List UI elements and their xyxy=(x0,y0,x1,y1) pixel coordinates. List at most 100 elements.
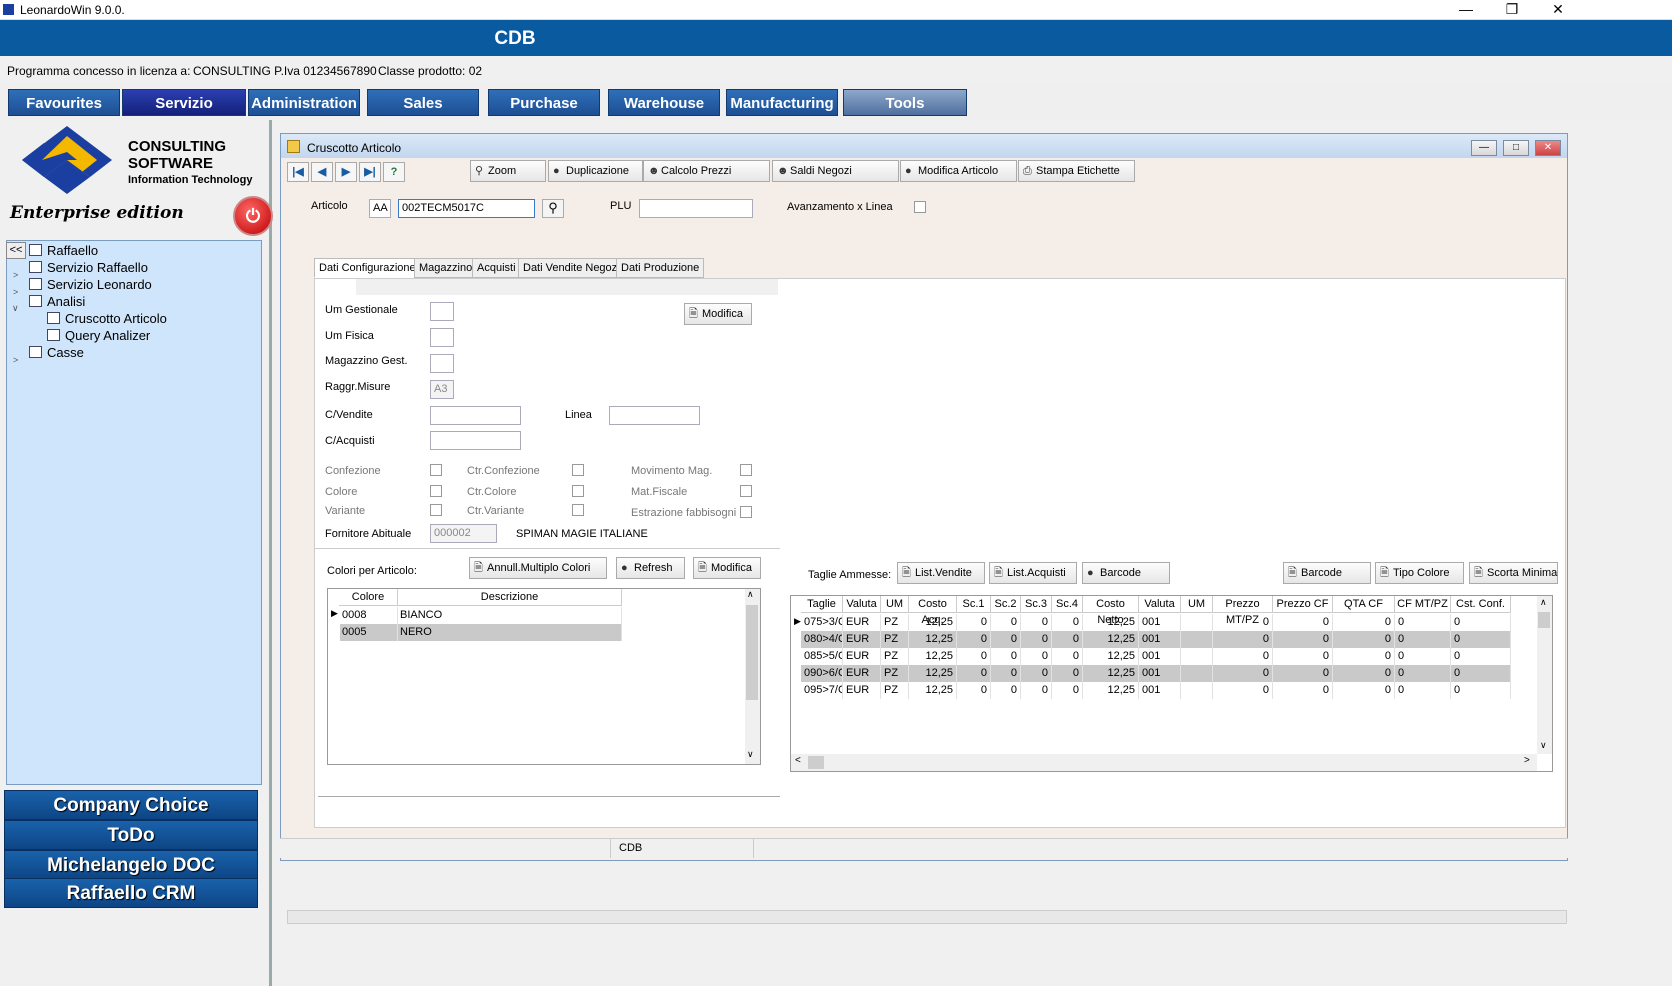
colore-checkbox[interactable] xyxy=(430,485,442,497)
window-restore-icon[interactable]: □ xyxy=(1503,140,1529,156)
grid-cell[interactable]: EUR xyxy=(843,631,881,648)
grid-cell[interactable]: 0 xyxy=(1021,648,1052,665)
tab-tools[interactable]: Tools xyxy=(843,89,967,116)
grid-cell[interactable]: 0 xyxy=(1451,665,1511,682)
tab-sales[interactable]: Sales xyxy=(367,89,479,116)
grid-cell[interactable]: 0 xyxy=(1213,682,1273,699)
refresh-button[interactable]: ● Refresh xyxy=(616,557,685,579)
scorta-minima-button[interactable]: 🗎 Scorta Minima xyxy=(1469,562,1558,584)
grid-cell[interactable]: 0 xyxy=(1021,614,1052,631)
movimento-mag-checkbox[interactable] xyxy=(740,464,752,476)
grid-cell[interactable]: 0 xyxy=(991,682,1021,699)
grid-cell[interactable]: 0 xyxy=(1451,648,1511,665)
help-icon[interactable]: ? xyxy=(383,162,405,182)
grid-cell[interactable]: 0008 xyxy=(340,607,398,624)
scrollbar-thumb[interactable] xyxy=(808,756,824,769)
grid-cell[interactable] xyxy=(1181,665,1213,682)
grid-cell[interactable]: 12,25 xyxy=(909,648,957,665)
grid-cell[interactable]: 12,25 xyxy=(909,631,957,648)
grid-cell[interactable]: 12,25 xyxy=(1083,665,1139,682)
grid-cell[interactable]: 0 xyxy=(1052,614,1083,631)
grid-cell[interactable]: 001 xyxy=(1139,648,1181,665)
close-icon[interactable]: ✕ xyxy=(1535,0,1581,20)
next-record-icon[interactable]: ▶ xyxy=(335,162,357,182)
tree-item-analisi[interactable]: Analisi xyxy=(29,294,85,309)
window-close-icon[interactable]: ✕ xyxy=(1535,140,1561,156)
grid-cell[interactable]: 001 xyxy=(1139,682,1181,699)
tab-magazzino[interactable]: Magazzino xyxy=(414,258,478,278)
todo-button[interactable]: ToDo xyxy=(4,820,258,850)
grid-cell[interactable]: PZ xyxy=(881,682,909,699)
grid-cell[interactable]: 0 xyxy=(1273,648,1333,665)
um-fisica-field[interactable] xyxy=(430,328,454,347)
tree-item-query-analizer[interactable]: Query Analizer xyxy=(47,328,150,343)
grid-cell[interactable]: 12,25 xyxy=(1083,614,1139,631)
avanzamento-checkbox[interactable] xyxy=(914,201,926,213)
grid-cell[interactable]: PZ xyxy=(881,665,909,682)
saldi-negozi-button[interactable]: ☻Saldi Negozi xyxy=(772,160,899,182)
scroll-up-icon[interactable]: ∧ xyxy=(747,589,754,600)
grid-cell[interactable]: 0 xyxy=(1395,631,1451,648)
raggr-misure-field[interactable]: A3 xyxy=(430,380,454,399)
power-icon[interactable]: ⏻ xyxy=(233,196,273,236)
grid-cell[interactable] xyxy=(1181,631,1213,648)
variante-checkbox[interactable] xyxy=(430,504,442,516)
tree-item-raffaello[interactable]: Raffaello xyxy=(29,243,98,258)
barcode-right-button[interactable]: 🗎 Barcode xyxy=(1283,562,1371,584)
linea-field[interactable] xyxy=(609,406,700,425)
grid-cell[interactable]: 0 xyxy=(1333,631,1395,648)
grid-cell[interactable]: 0 xyxy=(991,648,1021,665)
grid-cell[interactable]: 0 xyxy=(1021,631,1052,648)
grid-cell[interactable]: 12,25 xyxy=(909,614,957,631)
grid-cell[interactable]: 12,25 xyxy=(909,665,957,682)
articolo-code-field[interactable]: 002TECM5017C xyxy=(398,199,535,218)
grid-cell[interactable]: NERO xyxy=(398,624,622,641)
grid-cell[interactable]: 0 xyxy=(1213,614,1273,631)
stampa-etichette-button[interactable]: ⎙ Stampa Etichette xyxy=(1018,160,1135,182)
tab-administration[interactable]: Administration xyxy=(248,89,360,116)
restore-icon[interactable]: ❐ xyxy=(1489,0,1535,20)
mat-fiscale-checkbox[interactable] xyxy=(740,485,752,497)
list-acquisti-button[interactable]: 🗎 List.Acquisti xyxy=(989,562,1077,584)
ctr-confezione-checkbox[interactable] xyxy=(572,464,584,476)
grid-cell[interactable]: 0 xyxy=(957,631,991,648)
grid-cell[interactable]: 0 xyxy=(1021,665,1052,682)
mdi-horizontal-scrollbar[interactable] xyxy=(287,910,1567,924)
grid-cell[interactable]: 0 xyxy=(1333,648,1395,665)
grid-cell[interactable]: 0 xyxy=(1052,682,1083,699)
grid-cell[interactable]: 0 xyxy=(1213,648,1273,665)
first-record-icon[interactable]: |◀ xyxy=(287,162,309,182)
duplicazione-button[interactable]: ● Duplicazione xyxy=(548,160,643,182)
list-vendite-button[interactable]: 🗎 List.Vendite xyxy=(897,562,985,584)
grid-cell[interactable]: 0 xyxy=(1273,631,1333,648)
grid-cell[interactable]: 0 xyxy=(1395,665,1451,682)
calcolo-prezzi-button[interactable]: ☻Calcolo Prezzi xyxy=(643,160,770,182)
collapse-icon[interactable]: ∨ xyxy=(12,303,19,314)
grid-cell[interactable]: 0 xyxy=(1451,682,1511,699)
grid-cell[interactable]: 0 xyxy=(1213,665,1273,682)
modifica-config-button[interactable]: 🗎 Modifica xyxy=(684,303,752,325)
window-minimize-icon[interactable]: — xyxy=(1471,140,1497,156)
grid-cell[interactable]: 0 xyxy=(1395,614,1451,631)
tab-dati-vendite-negozi[interactable]: Dati Vendite Negozi xyxy=(518,258,625,278)
fornitore-code-field[interactable]: 000002 xyxy=(430,524,497,543)
grid-cell[interactable]: 0 xyxy=(1021,682,1052,699)
michelangelo-doc-button[interactable]: Michelangelo DOC xyxy=(4,850,258,880)
tab-warehouse[interactable]: Warehouse xyxy=(608,89,720,116)
magazzino-gest-field[interactable] xyxy=(430,354,454,373)
grid-cell[interactable]: 0 xyxy=(1052,648,1083,665)
expand-icon[interactable]: > xyxy=(13,287,18,297)
grid-cell[interactable] xyxy=(1181,682,1213,699)
tree-item-casse[interactable]: Casse xyxy=(29,345,84,360)
grid-cell[interactable]: 12,25 xyxy=(1083,631,1139,648)
grid-cell[interactable]: EUR xyxy=(843,665,881,682)
modifica-colori-button[interactable]: 🗎 Modifica xyxy=(693,557,761,579)
grid-cell[interactable]: 001 xyxy=(1139,614,1181,631)
grid-cell[interactable]: 0 xyxy=(1451,631,1511,648)
grid-cell[interactable]: 090>6/C xyxy=(801,665,843,682)
grid-cell[interactable]: 0 xyxy=(1273,665,1333,682)
ctr-variante-checkbox[interactable] xyxy=(572,504,584,516)
tab-purchase[interactable]: Purchase xyxy=(488,89,600,116)
tipo-colore-button[interactable]: 🗎 Tipo Colore xyxy=(1375,562,1464,584)
annull-multiplo-colori-button[interactable]: 🗎 Annull.Multiplo Colori xyxy=(469,557,607,579)
